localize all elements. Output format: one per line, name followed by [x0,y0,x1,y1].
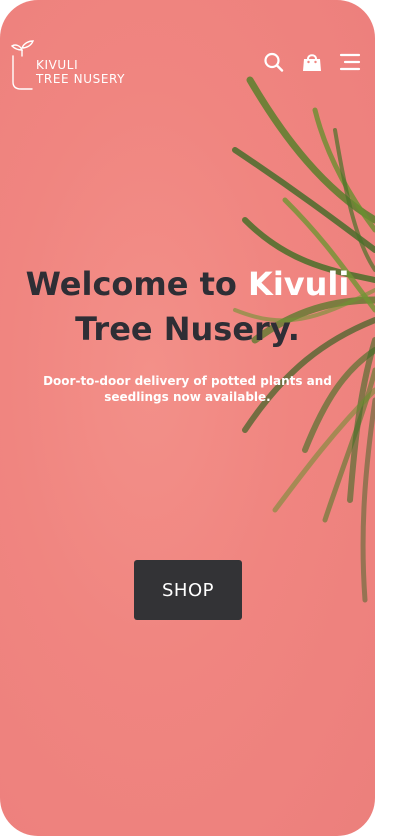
hero-section: Welcome to Kivuli Tree Nusery. Door-to-d… [0,262,375,405]
hero-title-part2: Tree Nusery. [75,310,300,348]
brand-logo[interactable]: KIVULI TREE NUSERY [10,38,140,92]
potted-sprout-icon [10,40,35,90]
header-actions [263,52,361,72]
search-icon[interactable] [263,52,285,72]
hero-title-part1: Welcome to [25,265,237,303]
hero-subtitle: Door-to-door delivery of potted plants a… [43,374,332,404]
shopping-bag-icon[interactable] [301,52,323,72]
brand-name-line1: KIVULI [36,58,79,72]
hero-title-accent: Kivuli [248,265,350,303]
hamburger-menu-icon[interactable] [339,52,361,72]
brand-name: KIVULI TREE NUSERY [36,58,125,86]
hero-title: Welcome to Kivuli Tree Nusery. [0,262,375,352]
shop-button[interactable]: SHOP [134,560,242,620]
brand-name-line2: TREE NUSERY [36,72,126,86]
header: KIVULI TREE NUSERY [0,0,375,100]
app-screen: KIVULI TREE NUSERY Welcome to Kivuli Tre… [0,0,375,836]
